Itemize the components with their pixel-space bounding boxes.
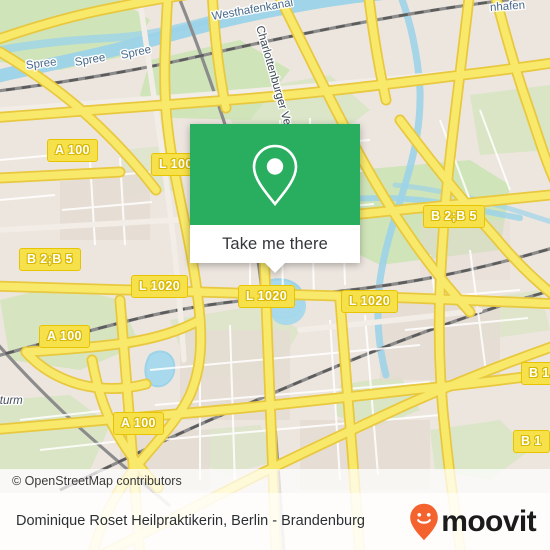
- osm-attribution-text[interactable]: © OpenStreetMap contributors: [0, 474, 182, 488]
- location-pin-icon: [252, 144, 298, 206]
- road-shield-l1020-left[interactable]: L 1020: [131, 275, 189, 298]
- footer-bar: Dominique Roset Heilpraktikerin, Berlin …: [0, 493, 550, 550]
- road-shield-a100-north[interactable]: A 100: [47, 139, 98, 162]
- map-vector-layer: [0, 0, 550, 550]
- map-canvas[interactable]: Spree Spree Spree Westhafenkanal Charlot…: [0, 0, 550, 550]
- moovit-wordmark: moovit: [441, 504, 536, 538]
- road-shield-l1020-center[interactable]: L 1020: [238, 285, 296, 308]
- moovit-map-screenshot: Spree Spree Spree Westhafenkanal Charlot…: [0, 0, 550, 550]
- location-callout-card[interactable]: Take me there: [190, 124, 360, 273]
- take-me-there-label: Take me there: [222, 234, 328, 253]
- callout-pointer-tail: [265, 263, 285, 273]
- road-shield-b2b5-right[interactable]: B 2;B 5: [423, 205, 485, 228]
- place-title: Dominique Roset Heilpraktikerin, Berlin …: [16, 513, 365, 530]
- road-shield-b1-lower[interactable]: B 1: [513, 430, 550, 453]
- moovit-smiley-pin-icon: [410, 503, 439, 540]
- callout-pin-panel: [190, 124, 360, 225]
- road-shield-a100-west[interactable]: A 100: [39, 325, 90, 348]
- road-shield-b2b5-left[interactable]: B 2;B 5: [19, 248, 81, 271]
- road-shield-a100-south[interactable]: A 100: [113, 412, 164, 435]
- moovit-logo[interactable]: moovit: [409, 503, 537, 541]
- road-shield-b1-upper[interactable]: B 1: [521, 362, 550, 385]
- road-shield-l1020-right[interactable]: L 1020: [341, 290, 399, 313]
- callout-action-panel[interactable]: Take me there: [190, 225, 360, 273]
- map-attribution-bar: © OpenStreetMap contributors: [0, 469, 550, 493]
